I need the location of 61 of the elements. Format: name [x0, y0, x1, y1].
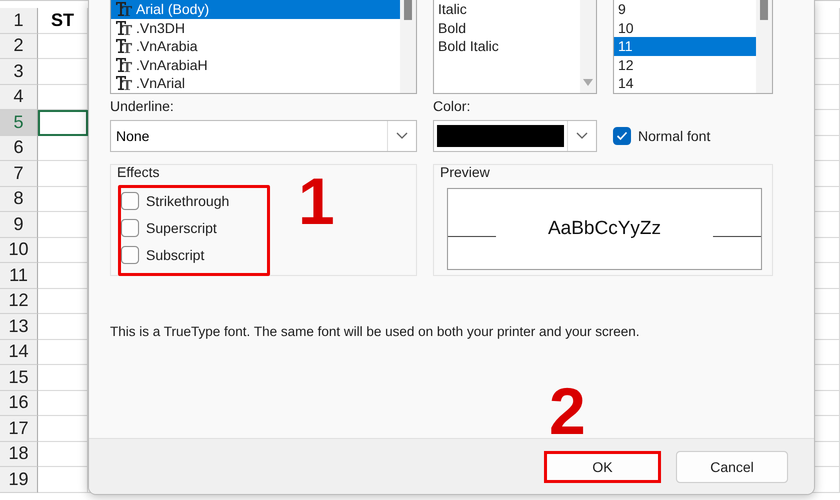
- check-icon: [616, 131, 628, 141]
- font-type-icon: [115, 38, 133, 54]
- list-item[interactable]: 9: [614, 0, 756, 18]
- row-header[interactable]: 8: [0, 186, 38, 212]
- list-item[interactable]: .VnArial: [111, 74, 400, 92]
- field-label: Color:: [433, 98, 472, 114]
- info-text: This is a TrueType font. The same font will be used on both your printer and your screen.: [110, 324, 641, 339]
- list-box[interactable]: Arial (Body) .Vn3DH .VnArabia .VnArabiaH .VnArial: [110, 0, 417, 94]
- font-type-icon: [115, 20, 133, 36]
- list-box[interactable]: Italic Bold Bold Italic: [433, 0, 597, 94]
- font-type-icon: [115, 1, 133, 18]
- list-item[interactable]: 10: [614, 18, 756, 37]
- list-item[interactable]: Bold: [434, 18, 580, 37]
- list-box[interactable]: 9 10 11 12 14: [613, 0, 773, 94]
- font-type-icon: [115, 75, 133, 92]
- list-item[interactable]: 12: [614, 56, 756, 74]
- dialog-button[interactable]: Cancel: [676, 450, 788, 482]
- row-header[interactable]: 4: [0, 84, 38, 110]
- row-header[interactable]: 10: [0, 238, 38, 263]
- table-cell[interactable]: [38, 110, 88, 136]
- dialog-button[interactable]: OK: [544, 450, 661, 482]
- list-item[interactable]: 11: [614, 37, 756, 56]
- step-number: 1: [298, 168, 335, 234]
- font-type-icon: [115, 56, 133, 73]
- scrollbar-thumb[interactable]: [404, 0, 412, 20]
- row-header[interactable]: 15: [0, 365, 38, 390]
- underline-dropdown[interactable]: None: [110, 120, 417, 152]
- row-header[interactable]: 13: [0, 314, 38, 340]
- row-header[interactable]: 11: [0, 263, 38, 288]
- row-header[interactable]: 9: [0, 212, 38, 238]
- scroll-down-icon[interactable]: [583, 79, 593, 87]
- list-item[interactable]: .VnArabia: [111, 37, 400, 56]
- row-header[interactable]: 18: [0, 442, 38, 467]
- effect-checkbox[interactable]: Subscript: [121, 246, 410, 264]
- list-item[interactable]: .Vn3DH: [111, 18, 400, 37]
- row-header[interactable]: 1: [0, 8, 38, 34]
- color-dropdown[interactable]: [433, 120, 597, 152]
- row-header[interactable]: 6: [0, 136, 38, 161]
- row-header[interactable]: 17: [0, 416, 38, 442]
- row-header[interactable]: 16: [0, 390, 38, 416]
- chevron-down-icon: [396, 132, 408, 140]
- normal-font-checkbox[interactable]: Normal font: [613, 120, 710, 152]
- row-header[interactable]: 12: [0, 288, 38, 314]
- group-title: Preview: [440, 164, 491, 180]
- chevron-down-icon: [576, 132, 588, 140]
- list-item[interactable]: .VnArabiaH: [111, 56, 400, 74]
- list-item[interactable]: Bold Italic: [434, 37, 580, 56]
- list-item[interactable]: 14: [614, 74, 756, 92]
- row-header[interactable]: 14: [0, 340, 38, 365]
- row-header[interactable]: 19: [0, 467, 38, 492]
- field-label: Underline:: [110, 98, 175, 114]
- list-item[interactable]: Italic: [434, 0, 580, 18]
- preview-text: AaBbCcYyZz: [547, 218, 662, 240]
- row-header[interactable]: 2: [0, 34, 38, 59]
- row-header[interactable]: 7: [0, 161, 38, 186]
- row-header[interactable]: 5: [0, 110, 38, 136]
- group-title: Effects: [117, 164, 161, 180]
- row-header[interactable]: 3: [0, 59, 38, 84]
- scrollbar-thumb[interactable]: [760, 0, 768, 20]
- step-number: 2: [549, 378, 586, 444]
- list-item[interactable]: Arial (Body): [111, 0, 400, 18]
